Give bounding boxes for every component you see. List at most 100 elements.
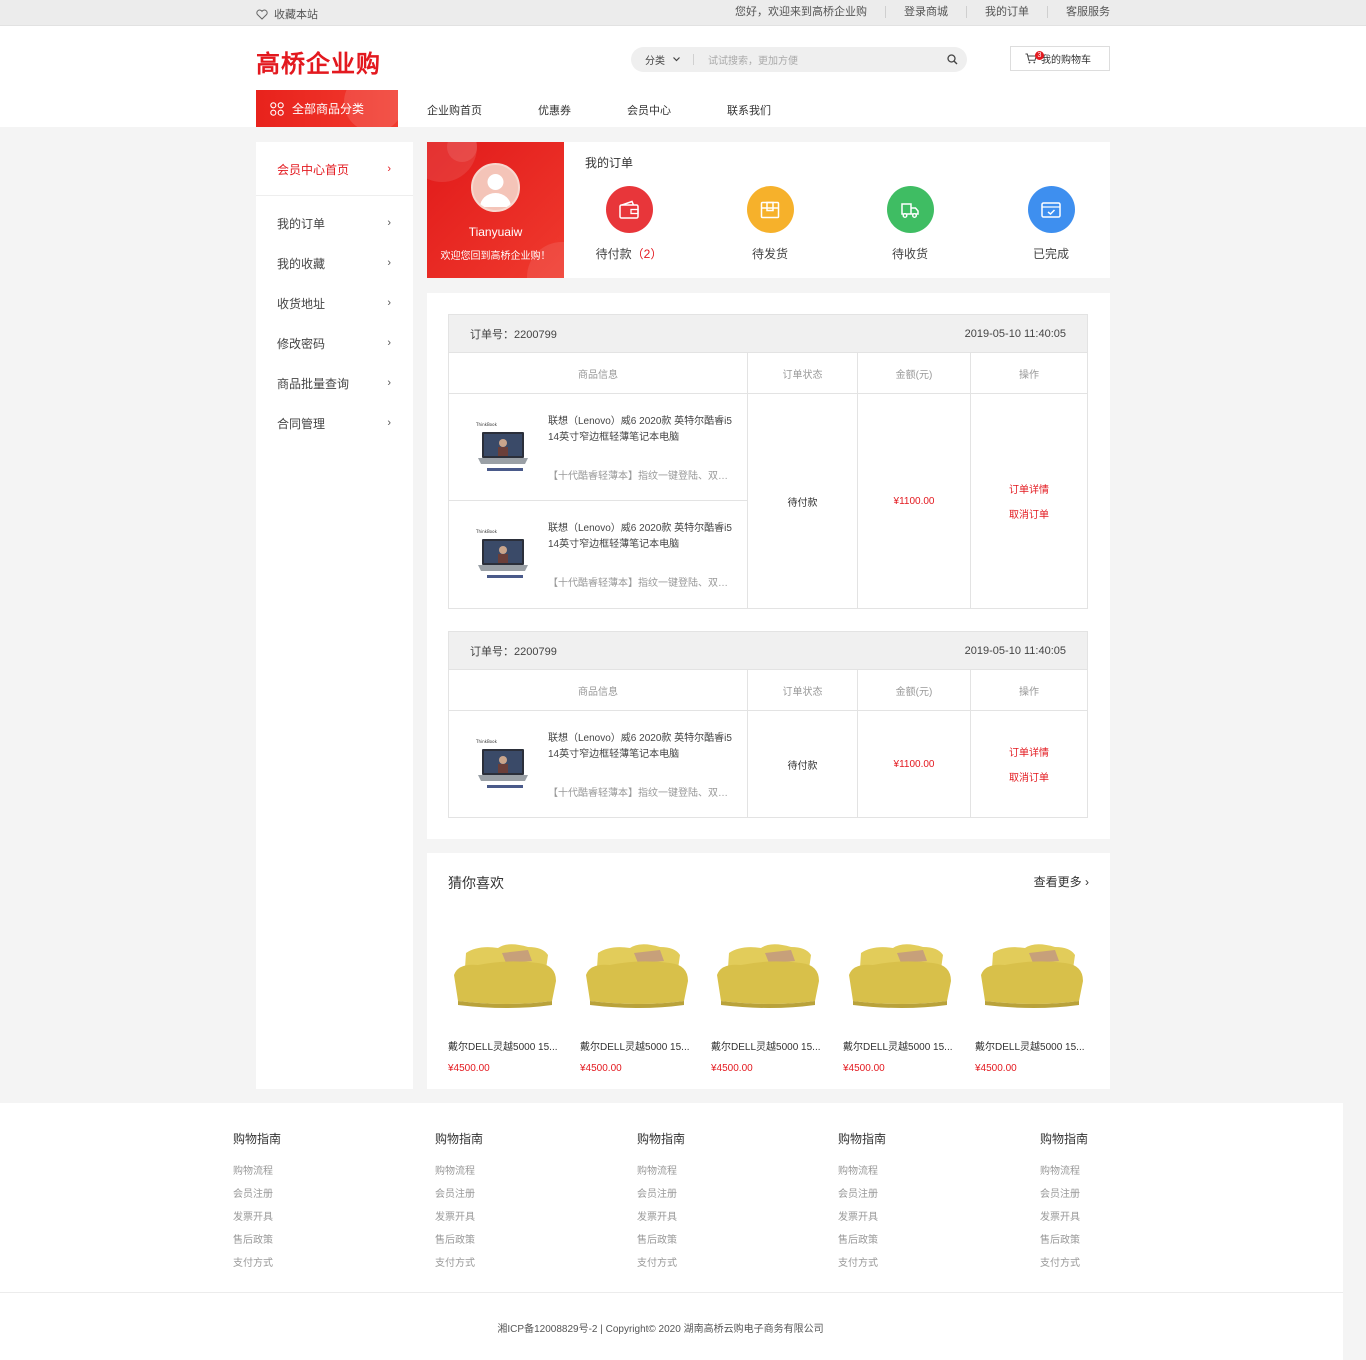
sidebar: 会员中心首页 › 我的订单 › 我的收藏 › 收货地址 › 修改密码 › 商品批量查询 › … bbox=[256, 142, 413, 1089]
product-card[interactable]: 戴尔DELL灵越5000 15... ¥4500.00 bbox=[711, 923, 823, 1074]
product-name[interactable]: 联想（Lenovo）威6 2020款 英特尔酷睿i5 14英寸窄边框轻薄笔记本电… bbox=[548, 731, 733, 763]
product-row[interactable]: ThinkBook 联想（Lenovo）威6 2020款 英特尔酷睿i5 14英… bbox=[449, 711, 747, 817]
sidebar-item-member-home[interactable]: 会员中心首页 › bbox=[256, 159, 413, 179]
status-pending-payment[interactable]: 待付款（2） bbox=[589, 186, 669, 262]
footer-link[interactable]: 发票开具 bbox=[1040, 1206, 1088, 1229]
status-pending-receipt[interactable]: 待收货 bbox=[870, 186, 950, 262]
footer-link[interactable]: 售后政策 bbox=[435, 1229, 483, 1252]
footer-link[interactable]: 支付方式 bbox=[838, 1252, 886, 1275]
cancel-order-link[interactable]: 取消订单 bbox=[1009, 506, 1049, 521]
footer-link[interactable]: 支付方式 bbox=[637, 1252, 685, 1275]
footer-link[interactable]: 支付方式 bbox=[435, 1252, 483, 1275]
footer-link[interactable]: 购物流程 bbox=[1040, 1160, 1088, 1183]
sidebar-item-label: 会员中心首页 bbox=[277, 162, 350, 177]
welcome-message: 欢迎您回到高桥企业购！ bbox=[440, 251, 551, 262]
cart-button[interactable]: 3 我的购物车 bbox=[1010, 46, 1110, 71]
login-link[interactable]: 登录商城 bbox=[885, 6, 966, 18]
favorite-label: 收藏本站 bbox=[274, 9, 318, 21]
footer-link[interactable]: 售后政策 bbox=[233, 1229, 281, 1252]
product-price: ¥4500.00 bbox=[711, 1063, 753, 1074]
logo[interactable]: 高桥企业购 bbox=[256, 44, 381, 79]
svg-text:ThinkBook: ThinkBook bbox=[475, 422, 498, 427]
favorite-link[interactable]: 收藏本站 bbox=[256, 6, 318, 22]
search-category-select[interactable]: 分类 bbox=[631, 52, 693, 67]
recommendations-panel: 猜你喜欢 查看更多 › 戴尔DELL灵越5000 15... ¥4500.00 … bbox=[427, 853, 1110, 1089]
footer-link[interactable]: 售后政策 bbox=[637, 1229, 685, 1252]
footer-link[interactable]: 会员注册 bbox=[637, 1183, 685, 1206]
cancel-order-link[interactable]: 取消订单 bbox=[1009, 769, 1049, 784]
profile-card: Tianyuaiw 欢迎您回到高桥企业购！ bbox=[427, 142, 564, 278]
sidebar-item-bulk-query[interactable]: 商品批量查询 › bbox=[256, 373, 413, 393]
footer-link[interactable]: 售后政策 bbox=[838, 1229, 886, 1252]
header: 高桥企业购 分类 试试搜索，更加方便 3 我的购物车 全部商品分类 企业购首页 … bbox=[0, 26, 1366, 127]
nav-home[interactable]: 企业购首页 bbox=[427, 102, 482, 118]
column-amount: 金额(元) bbox=[858, 353, 971, 393]
product-card[interactable]: 戴尔DELL灵越5000 15... ¥4500.00 bbox=[975, 923, 1087, 1074]
sidebar-item-my-orders[interactable]: 我的订单 › bbox=[256, 213, 413, 233]
sidebar-item-contracts[interactable]: 合同管理 › bbox=[256, 413, 413, 433]
order-header: 订单号：2200799 2019-05-10 11:40:05 bbox=[449, 632, 1087, 670]
search-button[interactable] bbox=[937, 54, 967, 65]
footer-link[interactable]: 购物流程 bbox=[233, 1160, 281, 1183]
footer-link[interactable]: 发票开具 bbox=[637, 1206, 685, 1229]
order-actions: 订单详情 取消订单 bbox=[971, 711, 1087, 817]
order-detail-link[interactable]: 订单详情 bbox=[1009, 481, 1049, 496]
all-categories-button[interactable]: 全部商品分类 bbox=[256, 90, 398, 127]
footer-link[interactable]: 支付方式 bbox=[1040, 1252, 1088, 1275]
sidebar-item-address[interactable]: 收货地址 › bbox=[256, 293, 413, 313]
chevron-right-icon: › bbox=[387, 337, 391, 349]
product-card[interactable]: 戴尔DELL灵越5000 15... ¥4500.00 bbox=[580, 923, 692, 1074]
footer-link[interactable]: 会员注册 bbox=[233, 1183, 281, 1206]
nav-contact[interactable]: 联系我们 bbox=[727, 102, 771, 118]
footer-link[interactable]: 会员注册 bbox=[838, 1183, 886, 1206]
product-price: ¥4500.00 bbox=[448, 1063, 490, 1074]
product-card[interactable]: 戴尔DELL灵越5000 15... ¥4500.00 bbox=[448, 923, 560, 1074]
username: Tianyuaiw bbox=[468, 225, 523, 239]
search-input[interactable]: 试试搜索，更加方便 bbox=[694, 52, 937, 67]
sidebar-item-password[interactable]: 修改密码 › bbox=[256, 333, 413, 353]
sidebar-item-favorites[interactable]: 我的收藏 › bbox=[256, 253, 413, 273]
customer-service-link[interactable]: 客服服务 bbox=[1047, 6, 1110, 18]
footer-link[interactable]: 会员注册 bbox=[1040, 1183, 1088, 1206]
product-row[interactable]: ThinkBook 联想（Lenovo）威6 2020款 英特尔酷睿i5 14英… bbox=[449, 394, 747, 501]
order-time: 2019-05-10 11:40:05 bbox=[964, 644, 1066, 657]
bedding-image bbox=[711, 923, 823, 1018]
product-name[interactable]: 联想（Lenovo）威6 2020款 英特尔酷睿i5 14英寸窄边框轻薄笔记本电… bbox=[548, 414, 733, 446]
product-row[interactable]: ThinkBook 联想（Lenovo）威6 2020款 英特尔酷睿i5 14英… bbox=[449, 501, 747, 608]
nav-coupons[interactable]: 优惠券 bbox=[538, 102, 571, 118]
cart-label: 我的购物车 bbox=[1041, 55, 1091, 66]
order-detail-link[interactable]: 订单详情 bbox=[1009, 744, 1049, 759]
product-name[interactable]: 联想（Lenovo）威6 2020款 英特尔酷睿i5 14英寸窄边框轻薄笔记本电… bbox=[548, 521, 733, 553]
my-orders-link[interactable]: 我的订单 bbox=[966, 6, 1047, 18]
sidebar-item-label: 合同管理 bbox=[277, 416, 326, 431]
nav-member-center[interactable]: 会员中心 bbox=[627, 102, 671, 118]
product-card[interactable]: 戴尔DELL灵越5000 15... ¥4500.00 bbox=[843, 923, 955, 1074]
column-product-info: 商品信息 bbox=[449, 353, 748, 393]
bedding-image bbox=[448, 923, 560, 1018]
status-pending-shipment[interactable]: 待发货 bbox=[730, 186, 810, 262]
footer-link[interactable]: 支付方式 bbox=[233, 1252, 281, 1275]
order-status: 待付款 bbox=[748, 394, 858, 608]
status-label: 待收货 bbox=[891, 247, 928, 261]
laptop-thumbnail: ThinkBook bbox=[473, 525, 533, 585]
footer-link[interactable]: 发票开具 bbox=[838, 1206, 886, 1229]
footer-column-title: 购物指南 bbox=[637, 1132, 686, 1146]
laptop-thumbnail: ThinkBook bbox=[473, 735, 533, 795]
avatar[interactable] bbox=[471, 163, 520, 212]
order-status: 待付款 bbox=[748, 711, 858, 817]
footer-link[interactable]: 售后政策 bbox=[1040, 1229, 1088, 1252]
order-body: ThinkBook 联想（Lenovo）威6 2020款 英特尔酷睿i5 14英… bbox=[449, 711, 1087, 817]
column-actions: 操作 bbox=[1019, 686, 1039, 698]
truck-icon bbox=[886, 186, 934, 233]
footer-link[interactable]: 会员注册 bbox=[435, 1183, 483, 1206]
footer-link[interactable]: 购物流程 bbox=[838, 1160, 886, 1183]
footer-link[interactable]: 发票开具 bbox=[435, 1206, 483, 1229]
view-more-link[interactable]: 查看更多 › bbox=[1034, 873, 1089, 890]
status-completed[interactable]: 已完成 bbox=[1011, 186, 1091, 262]
order-columns: 商品信息 订单状态 金额(元) 操作 bbox=[449, 670, 1087, 711]
footer-link[interactable]: 购物流程 bbox=[637, 1160, 685, 1183]
grid-icon bbox=[270, 101, 284, 116]
footer-link[interactable]: 发票开具 bbox=[233, 1206, 281, 1229]
order-number: 订单号：2200799 bbox=[470, 645, 557, 658]
footer-link[interactable]: 购物流程 bbox=[435, 1160, 483, 1183]
